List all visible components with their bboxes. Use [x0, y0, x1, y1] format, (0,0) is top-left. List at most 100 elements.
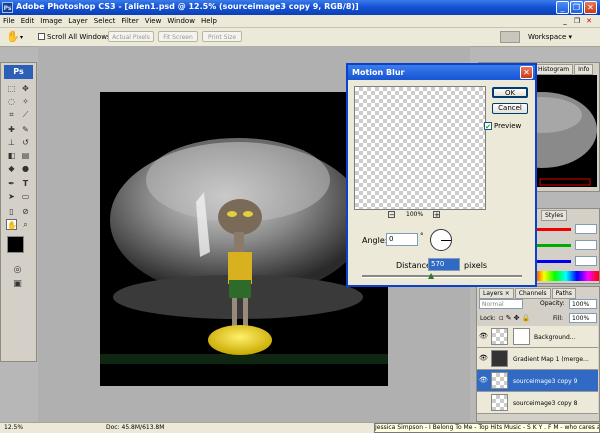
crop-tool-icon[interactable]: ⌗ — [6, 109, 17, 120]
visibility-eye-icon[interactable]: 👁 — [479, 333, 488, 340]
type-tool-icon[interactable]: T — [20, 178, 31, 189]
notes-tool-icon[interactable]: ▯ — [6, 206, 17, 217]
blur-preview-window[interactable] — [354, 86, 486, 210]
visibility-eye-icon[interactable]: 👁 — [479, 399, 486, 405]
menu-filter[interactable]: Filter — [118, 15, 141, 27]
menu-view[interactable]: View — [142, 15, 165, 27]
eraser-tool-icon[interactable]: ◧ — [6, 150, 17, 161]
zoom-in-button[interactable]: + — [433, 211, 440, 219]
minimize-window-button[interactable]: _ — [556, 1, 569, 14]
document-image[interactable] — [100, 92, 388, 386]
tab-channels[interactable]: Channels — [514, 288, 551, 299]
tab-styles[interactable]: Styles — [541, 210, 568, 221]
slice-tool-icon[interactable]: ⟋ — [20, 109, 31, 120]
restore-window-button[interactable]: ❐ — [570, 1, 583, 14]
blur-tool-icon[interactable]: ◆ — [6, 163, 17, 174]
menu-select[interactable]: Select — [91, 15, 119, 27]
dialog-close-button[interactable]: ✕ — [520, 66, 533, 79]
close-window-button[interactable]: ✕ — [584, 1, 597, 14]
color-ramp[interactable] — [533, 271, 599, 281]
eyedropper-tool-icon[interactable]: ⊘ — [20, 206, 31, 217]
angle-field[interactable]: 0 — [386, 233, 418, 246]
clone-stamp-tool-icon[interactable]: ⊥ — [6, 137, 17, 148]
actual-pixels-button[interactable]: Actual Pixels — [108, 31, 154, 42]
marquee-tool-icon[interactable]: ⬚ — [6, 83, 17, 94]
workspace-menu[interactable]: Workspace ▾ — [528, 33, 572, 41]
tab-histogram[interactable]: Histogram — [534, 64, 574, 75]
hand-tool-icon[interactable]: ✋ — [6, 219, 17, 230]
tab-layers[interactable]: Layers × — [479, 288, 514, 299]
options-bar: ✋ ▾ Scroll All Windows Actual Pixels Fit… — [0, 28, 600, 47]
distance-field[interactable]: 570 — [428, 258, 460, 271]
layer-name: Gradient Map 1 (merge... — [513, 356, 589, 363]
visibility-eye-icon[interactable]: 👁 — [479, 377, 488, 384]
fill-field[interactable]: 100% — [569, 313, 597, 323]
ok-button[interactable]: OK — [492, 87, 528, 98]
zoom-out-button[interactable]: − — [388, 211, 395, 219]
magic-wand-tool-icon[interactable]: ✧ — [20, 96, 31, 107]
gradient-tool-icon[interactable]: ▤ — [20, 150, 31, 161]
move-tool-icon[interactable]: ✥ — [20, 83, 31, 94]
tool-preset-dropdown-icon[interactable]: ▾ — [20, 34, 23, 41]
layer-row-selected[interactable]: 👁 sourceimage3 copy 9 — [477, 370, 598, 392]
healing-brush-tool-icon[interactable]: ✚ — [6, 124, 17, 135]
layer-thumbnail — [491, 350, 508, 367]
print-size-button[interactable]: Print Size — [202, 31, 242, 42]
motion-blur-dialog: Motion Blur ✕ OK Cancel ✔ Preview − 100%… — [346, 63, 537, 287]
red-value-field[interactable] — [575, 224, 597, 234]
menu-layer[interactable]: Layer — [65, 15, 91, 27]
menu-file[interactable]: File — [0, 15, 18, 27]
zoom-level[interactable]: 12.5% — [4, 424, 23, 431]
quick-mask-icon[interactable]: ◎ — [12, 265, 23, 276]
doc-close-button[interactable]: ✕ — [584, 15, 594, 27]
blue-value-field[interactable] — [575, 256, 597, 266]
menu-edit[interactable]: Edit — [18, 15, 38, 27]
screen-mode-icon[interactable]: ▣ — [12, 279, 23, 290]
preview-checkbox[interactable]: ✔ — [484, 122, 492, 131]
path-selection-tool-icon[interactable]: ➤ — [6, 191, 17, 202]
distance-slider-thumb[interactable]: ▲ — [428, 272, 434, 280]
cancel-button[interactable]: Cancel — [492, 103, 528, 114]
status-bar: 12.5% Doc: 45.8M/613.8M Jessica Simpson … — [0, 422, 600, 433]
foreground-color-swatch[interactable] — [7, 236, 24, 253]
alien-artwork — [100, 92, 388, 386]
opacity-field[interactable]: 100% — [569, 299, 597, 309]
green-slider[interactable] — [533, 244, 571, 247]
hand-tool-icon[interactable]: ✋ — [6, 30, 20, 44]
palette-well-icon[interactable] — [500, 31, 520, 43]
distance-slider-track[interactable] — [362, 275, 522, 278]
layer-row[interactable]: 👁 sourceimage3 copy 8 — [477, 392, 598, 414]
dodge-tool-icon[interactable]: ● — [20, 163, 31, 174]
scroll-all-windows-checkbox[interactable] — [38, 33, 45, 40]
tab-info[interactable]: Info — [574, 64, 594, 75]
fit-screen-button[interactable]: Fit Screen — [158, 31, 198, 42]
lock-icons[interactable]: ▫✎✥🔒 — [499, 314, 532, 322]
menu-image[interactable]: Image — [37, 15, 65, 27]
angle-dial[interactable] — [430, 229, 452, 251]
layer-thumbnail — [491, 372, 508, 389]
zoom-tool-icon[interactable]: ⌕ — [20, 219, 31, 230]
angle-dial-needle — [441, 240, 451, 241]
lock-label: Lock: — [480, 315, 496, 322]
layer-name: sourceimage3 copy 8 — [513, 400, 578, 407]
green-value-field[interactable] — [575, 240, 597, 250]
scroll-all-windows-label: Scroll All Windows — [47, 33, 111, 41]
tab-paths[interactable]: Paths — [551, 288, 576, 299]
pen-tool-icon[interactable]: ✒ — [6, 178, 17, 189]
menu-help[interactable]: Help — [198, 15, 220, 27]
menu-window[interactable]: Window — [164, 15, 198, 27]
doc-restore-button[interactable]: ❐ — [572, 15, 582, 27]
angle-label: Angle: — [362, 236, 388, 245]
photoshop-logo: Ps — [4, 65, 33, 79]
layer-row[interactable]: 👁 Gradient Map 1 (merge... — [477, 348, 598, 370]
rectangle-tool-icon[interactable]: ▭ — [20, 191, 31, 202]
doc-minimize-button[interactable]: _ — [560, 15, 570, 27]
blend-mode-select[interactable]: Normal — [479, 299, 523, 309]
history-brush-tool-icon[interactable]: ↺ — [20, 137, 31, 148]
layer-row[interactable]: 👁 Background... — [477, 326, 598, 348]
brush-tool-icon[interactable]: ✎ — [20, 124, 31, 135]
red-slider[interactable] — [533, 228, 571, 231]
visibility-eye-icon[interactable]: 👁 — [479, 355, 488, 362]
lasso-tool-icon[interactable]: ◌ — [6, 96, 17, 107]
blue-slider[interactable] — [533, 260, 571, 263]
